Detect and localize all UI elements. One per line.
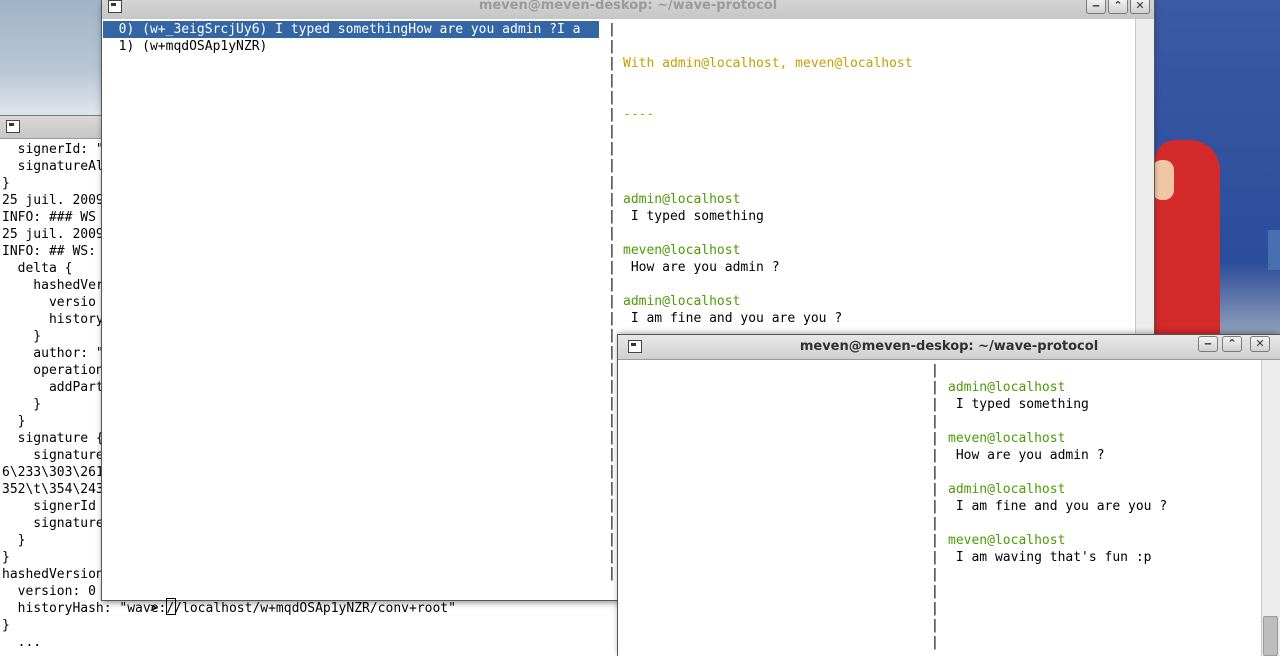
terminal-icon[interactable] — [108, 0, 122, 13]
terminal-window-wave-client-2[interactable]: meven@meven-deskop: ~/wave-protocol ‒ ⌃ … — [618, 335, 1280, 656]
wave-message-list: admin@localhost I typed something meven@l… — [948, 379, 1167, 583]
message-text: I typed something — [623, 209, 764, 224]
pane-divider: | | | | | | | | | | | | | | | | | | | | … — [608, 22, 616, 581]
terminal-line: historyHash: "wave://localhost/w+mqdOSAp… — [2, 601, 456, 616]
message-author: meven@localhost — [623, 243, 741, 258]
message-text: I am waving that's fun :p — [948, 550, 1152, 565]
wave-list-item[interactable]: 1) (w+mqdOSAp1yNZR) — [103, 38, 599, 55]
close-button[interactable]: ✕ — [1130, 0, 1150, 14]
window-title: meven@meven-deskop: ~/wave-protocol — [799, 339, 1099, 354]
pane-divider: | | | | | | | | | | | | | | | | | — [931, 363, 939, 650]
wave-participants-header: With admin@localhost, meven@localhost — [623, 56, 913, 71]
scrollbar-thumb[interactable] — [1263, 616, 1278, 656]
message-text: I typed something — [948, 397, 1089, 412]
wave-message: admin@localhost I typed something — [623, 191, 913, 225]
message-author: admin@localhost — [623, 192, 741, 207]
minimize-button[interactable]: ‒ — [1198, 336, 1218, 352]
wave-message: meven@localhost I am waving that's fun :… — [948, 532, 1167, 566]
wave-message: meven@localhost How are you admin ? — [948, 430, 1167, 464]
maximize-button[interactable]: ⌃ — [1108, 0, 1128, 14]
message-author: admin@localhost — [623, 294, 741, 309]
wave-list-item[interactable]: 0) (w+_3eigSrcjUy6) I typed somethingHow… — [103, 21, 599, 38]
window-titlebar[interactable]: meven@meven-deskop: ~/wave-protocol ‒ ⌃ … — [102, 0, 1154, 20]
maximize-button[interactable]: ⌃ — [1222, 336, 1242, 352]
message-author: admin@localhost — [948, 380, 1066, 395]
terminal-icon[interactable] — [6, 120, 20, 133]
terminal-line: ... — [2, 635, 42, 650]
close-button[interactable]: ✕ — [1250, 336, 1270, 352]
window-title: meven@meven-deskop: ~/wave-protocol — [478, 0, 778, 13]
wave-message: admin@localhost I am fine and you are yo… — [623, 293, 913, 327]
wave-separator: ---- — [623, 107, 655, 122]
message-author: meven@localhost — [948, 431, 1066, 446]
message-text: I am fine and you are you ? — [623, 311, 843, 326]
message-text: How are you admin ? — [948, 448, 1105, 463]
window-titlebar[interactable]: meven@meven-deskop: ~/wave-protocol ‒ ⌃ … — [618, 335, 1280, 360]
wallpaper-banner — [1268, 230, 1280, 270]
command-prompt[interactable]: > — [103, 581, 176, 634]
terminal-line: } — [2, 618, 10, 633]
scrollbar[interactable] — [1261, 360, 1280, 656]
wave-list[interactable]: 0) (w+_3eigSrcjUy6) I typed somethingHow… — [103, 21, 599, 55]
wave-client-body: | | | | | | | | | | | | | | | | | admin@… — [618, 360, 1262, 656]
terminal-icon[interactable] — [628, 340, 642, 353]
message-author: admin@localhost — [948, 482, 1066, 497]
minimize-button[interactable]: ‒ — [1086, 0, 1106, 14]
wave-message: admin@localhost I am fine and you are yo… — [948, 481, 1167, 515]
desktop-wallpaper-top-left — [0, 0, 105, 116]
wave-message: admin@localhost I typed something — [948, 379, 1167, 413]
prompt-symbol: > — [149, 601, 158, 616]
text-cursor — [165, 598, 176, 615]
message-author: meven@localhost — [948, 533, 1066, 548]
wallpaper-person-face — [1152, 160, 1174, 200]
wave-message: meven@localhost How are you admin ? — [623, 242, 913, 276]
message-text: How are you admin ? — [623, 260, 780, 275]
message-text: I am fine and you are you ? — [948, 499, 1168, 514]
